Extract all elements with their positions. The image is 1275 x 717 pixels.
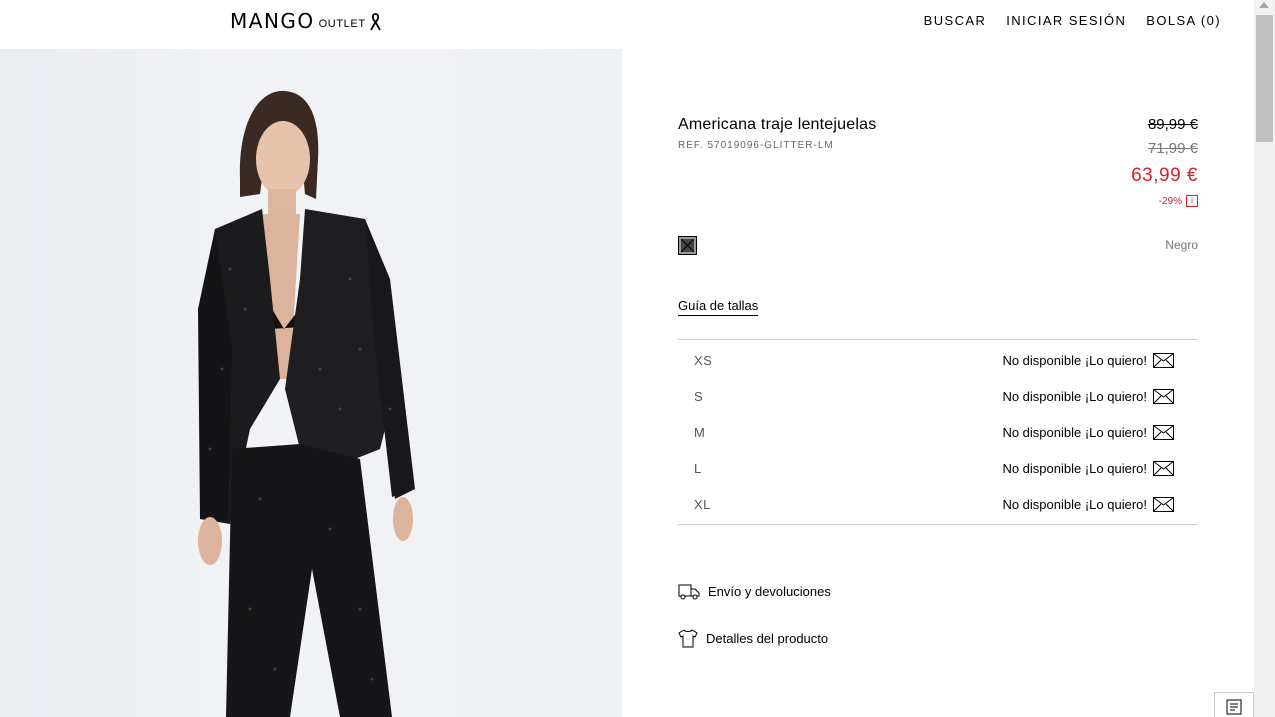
size-list: XS No disponible ¡Lo quiero! S No dispon… (678, 339, 1198, 525)
size-row-s[interactable]: S No disponible ¡Lo quiero! (678, 378, 1198, 414)
color-name: Negro (1165, 238, 1198, 252)
size-status-text: No disponible ¡Lo quiero! (1002, 424, 1147, 440)
previous-price: 71,99 € (1147, 140, 1198, 157)
mail-icon[interactable] (1153, 424, 1174, 440)
size-label: S (694, 388, 704, 404)
size-status-text: No disponible ¡Lo quiero! (1002, 460, 1147, 476)
login-link[interactable]: INICIAR SESIÓN (1006, 13, 1126, 28)
search-link[interactable]: BUSCAR (924, 13, 987, 28)
product-ref: REF. 57019096-GLITTER-LM (678, 140, 834, 151)
site-header: MANGO OUTLET BUSCAR INICIAR SESIÓN BOLSA… (0, 0, 1254, 49)
size-status: No disponible ¡Lo quiero! (1002, 352, 1174, 368)
size-row-xs[interactable]: XS No disponible ¡Lo quiero! (678, 342, 1198, 378)
product-title: Americana traje lentejuelas (678, 116, 877, 133)
size-status: No disponible ¡Lo quiero! (1002, 460, 1174, 476)
mail-icon[interactable] (1153, 388, 1174, 404)
color-swatch[interactable] (678, 236, 697, 255)
size-status-text: No disponible ¡Lo quiero! (1002, 388, 1147, 404)
chat-icon (1226, 699, 1242, 715)
mail-icon[interactable] (1153, 460, 1174, 476)
current-price: 63,99 € (1131, 165, 1198, 186)
page-scrollbar[interactable] (1254, 0, 1275, 717)
cross-icon (681, 239, 694, 252)
size-status-text: No disponible ¡Lo quiero! (1002, 496, 1147, 512)
shipping-returns-link[interactable]: Envío y devoluciones (678, 583, 831, 600)
scroll-up-arrow-icon[interactable] (1259, 2, 1269, 8)
size-label: XL (694, 496, 711, 512)
product-details-link[interactable]: Detalles del producto (678, 629, 828, 648)
original-price: 89,99 € (1147, 116, 1198, 133)
mail-icon[interactable] (1153, 352, 1174, 368)
size-status: No disponible ¡Lo quiero! (1002, 424, 1174, 440)
scroll-thumb[interactable] (1256, 15, 1273, 142)
size-guide-link[interactable]: Guía de tallas (678, 298, 759, 316)
size-row-m[interactable]: M No disponible ¡Lo quiero! (678, 414, 1198, 450)
size-row-l[interactable]: L No disponible ¡Lo quiero! (678, 450, 1198, 486)
size-label: L (694, 460, 702, 476)
logo-wordmark: MANGO (230, 9, 315, 33)
product-image[interactable] (0, 49, 622, 717)
chat-button[interactable] (1214, 692, 1254, 717)
top-nav: BUSCAR INICIAR SESIÓN BOLSA (0) (924, 13, 1221, 28)
model-illustration (198, 90, 415, 717)
size-status: No disponible ¡Lo quiero! (1002, 496, 1174, 512)
shipping-returns-label: Envío y devoluciones (708, 584, 831, 599)
product-details-label: Detalles del producto (706, 631, 829, 646)
discount-badge: -29% i (1159, 195, 1198, 207)
mail-icon[interactable] (1153, 496, 1174, 512)
info-icon[interactable]: i (1186, 195, 1198, 207)
size-row-xl[interactable]: XL No disponible ¡Lo quiero! (678, 486, 1198, 522)
shirt-icon (678, 629, 698, 648)
size-status-text: No disponible ¡Lo quiero! (1002, 352, 1147, 368)
size-label: M (694, 424, 706, 440)
discount-value: -29% (1158, 195, 1182, 207)
size-status: No disponible ¡Lo quiero! (1002, 388, 1174, 404)
swatch-fill (681, 239, 694, 252)
size-label: XS (694, 352, 713, 368)
logo-outlet: OUTLET (318, 18, 366, 30)
bag-link[interactable]: BOLSA (0) (1146, 13, 1221, 28)
ribbon-icon (369, 13, 381, 31)
mango-outlet-logo[interactable]: MANGO OUTLET (230, 11, 381, 31)
truck-icon (678, 584, 700, 600)
